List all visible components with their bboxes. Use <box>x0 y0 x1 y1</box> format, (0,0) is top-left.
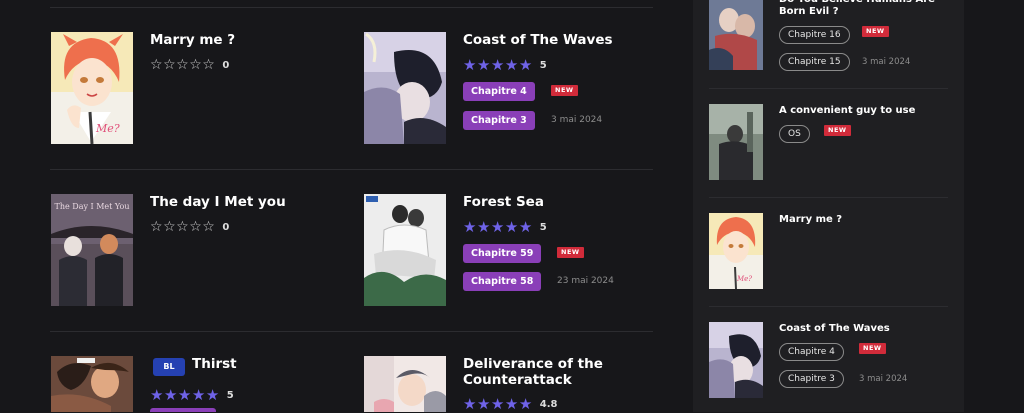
rating-value: 5 <box>539 60 547 71</box>
star-empty-icon: ☆ <box>163 219 176 235</box>
chapter-button[interactable]: Chapitre 3 <box>463 111 535 130</box>
new-badge: NEW <box>862 26 889 37</box>
cover-image[interactable]: The Day I Met You <box>51 194 133 306</box>
new-badge: NEW <box>859 343 886 354</box>
rating-stars: ☆ ☆ ☆ ☆ ☆ 0 <box>150 58 229 73</box>
page-margin <box>964 0 1024 412</box>
star-filled-icon: ★ <box>504 395 519 413</box>
card-title[interactable]: Forest Sea <box>463 194 544 210</box>
cover-image[interactable]: Me? <box>51 32 133 144</box>
card-title[interactable]: Marry me ? <box>150 32 235 48</box>
manga-grid: Me? Marry me ? ☆ ☆ ☆ ☆ ☆ 0 Coast of The … <box>0 0 693 412</box>
sidebar-item-title[interactable]: A convenient guy to use <box>779 105 949 117</box>
bl-badge: BL <box>153 358 185 376</box>
new-badge: NEW <box>557 247 584 258</box>
sidebar-item-title[interactable]: Do You Believe Humans Are Born Evil ? <box>779 0 949 18</box>
sidebar-chapter-button[interactable]: Chapitre 3 <box>779 370 844 388</box>
sidebar-cover-image[interactable] <box>709 322 763 398</box>
star-filled-icon: ★ <box>463 218 477 236</box>
sidebar-popular-list: Do You Believe Humans Are Born Evil ? Ch… <box>693 0 964 412</box>
star-filled-icon: ★ <box>177 386 192 404</box>
star-empty-icon: ☆ <box>202 219 215 235</box>
svg-text:Me?: Me? <box>95 122 120 135</box>
star-filled-icon: ★ <box>518 56 533 74</box>
sidebar-item-title[interactable]: Marry me ? <box>779 214 949 226</box>
star-empty-icon: ☆ <box>202 57 215 73</box>
chapter-button[interactable] <box>150 408 216 412</box>
new-badge: NEW <box>824 125 851 136</box>
divider <box>50 169 653 170</box>
star-filled-icon: ★ <box>150 386 164 404</box>
star-filled-icon: ★ <box>476 56 491 74</box>
cover-text: The Day I Met You <box>54 202 130 211</box>
chapter-date: 3 mai 2024 <box>859 374 908 384</box>
sidebar-chapter-button[interactable]: OS <box>779 125 810 143</box>
divider <box>50 331 653 332</box>
rating-value: 0 <box>222 60 230 71</box>
card-title[interactable]: Thirst <box>192 356 237 372</box>
chapter-date: 3 mai 2024 <box>551 115 603 125</box>
sidebar-item-title[interactable]: Coast of The Waves <box>779 323 949 335</box>
cover-image[interactable] <box>364 32 446 144</box>
divider <box>709 88 948 89</box>
star-filled-icon: ★ <box>490 218 505 236</box>
star-filled-icon: ★ <box>518 395 533 413</box>
card-title[interactable]: The day I Met you <box>150 194 286 210</box>
rating-stars: ★ ★ ★ ★ ★ 4.8 <box>463 397 557 412</box>
rating-value: 5 <box>539 222 547 233</box>
star-filled-icon: ★ <box>463 56 477 74</box>
star-empty-icon: ☆ <box>150 57 163 73</box>
cover-image[interactable] <box>51 356 133 412</box>
star-filled-icon: ★ <box>518 218 533 236</box>
star-empty-icon: ☆ <box>150 219 163 235</box>
new-badge: NEW <box>551 85 578 96</box>
cover-image[interactable] <box>364 356 446 412</box>
star-filled-icon: ★ <box>476 218 491 236</box>
star-filled-icon: ★ <box>191 386 206 404</box>
chapter-button[interactable]: Chapitre 59 <box>463 244 542 263</box>
sidebar-chapter-button[interactable]: Chapitre 15 <box>779 53 850 71</box>
sidebar-chapter-button[interactable]: Chapitre 16 <box>779 26 850 44</box>
rating-value: 5 <box>226 390 234 401</box>
star-empty-icon: ☆ <box>189 57 202 73</box>
star-empty-icon: ☆ <box>163 57 176 73</box>
chapter-button[interactable]: Chapitre 58 <box>463 272 542 291</box>
divider <box>709 306 948 307</box>
star-filled-icon: ★ <box>490 56 505 74</box>
star-filled-icon: ★ <box>476 395 491 413</box>
star-empty-icon: ☆ <box>189 219 202 235</box>
divider <box>50 7 653 8</box>
chapter-date: 3 mai 2024 <box>862 57 911 67</box>
sidebar-chapter-button[interactable]: Chapitre 4 <box>779 343 844 361</box>
rating-value: 0 <box>222 222 230 233</box>
star-filled-icon: ★ <box>504 56 519 74</box>
star-filled-icon: ★ <box>163 386 178 404</box>
rating-stars: ★ ★ ★ ★ ★ 5 <box>463 58 547 73</box>
cover-image[interactable] <box>364 194 446 306</box>
sidebar-cover-image[interactable] <box>709 0 763 70</box>
star-empty-icon: ☆ <box>176 219 189 235</box>
star-filled-icon: ★ <box>463 395 477 413</box>
sidebar-cover-image[interactable]: Me? <box>709 213 763 289</box>
rating-value: 4.8 <box>539 399 558 410</box>
rating-stars: ☆ ☆ ☆ ☆ ☆ 0 <box>150 220 229 235</box>
chapter-date: 23 mai 2024 <box>557 276 614 286</box>
sidebar-cover-image[interactable] <box>709 104 763 180</box>
card-title[interactable]: Deliverance of the Counterattack <box>463 356 623 388</box>
card-title[interactable]: Coast of The Waves <box>463 32 613 48</box>
star-filled-icon: ★ <box>504 218 519 236</box>
star-filled-icon: ★ <box>490 395 505 413</box>
star-empty-icon: ☆ <box>176 57 189 73</box>
svg-text:Me?: Me? <box>736 275 752 283</box>
rating-stars: ★ ★ ★ ★ ★ 5 <box>463 220 547 235</box>
chapter-button[interactable]: Chapitre 4 <box>463 82 535 101</box>
divider <box>709 197 948 198</box>
rating-stars: ★ ★ ★ ★ ★ 5 <box>150 388 234 403</box>
star-filled-icon: ★ <box>205 386 220 404</box>
